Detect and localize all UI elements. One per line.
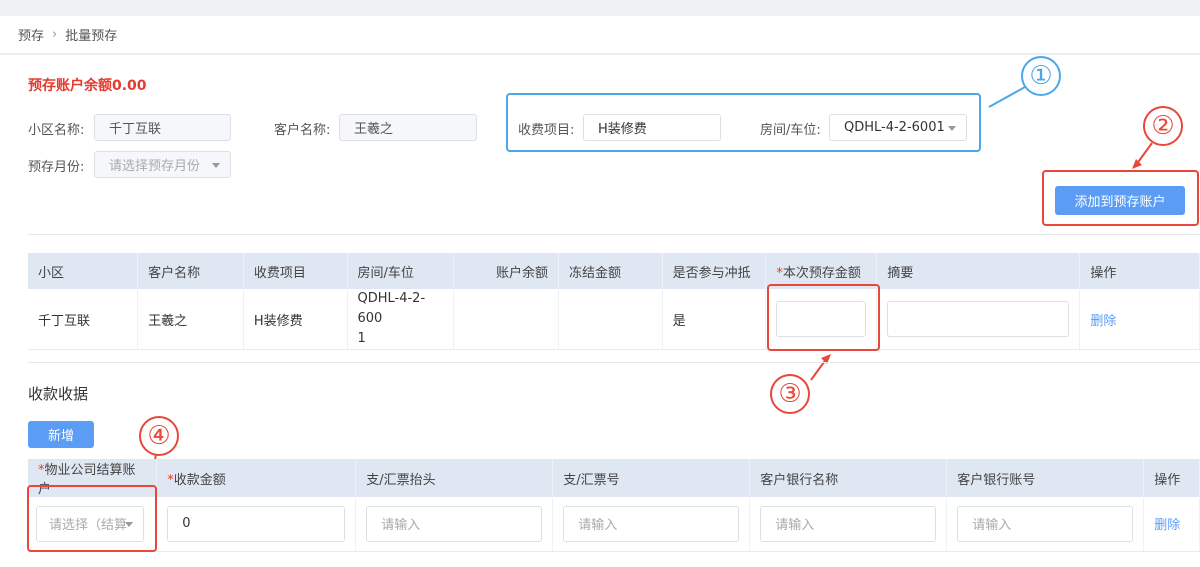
check-number-input[interactable]: 请输入 [563, 505, 740, 542]
divider [28, 362, 1200, 363]
main-panel: 预存账户余额0.00 小区名称: 千丁互联 客户名称: 王羲之 收费项目: H装… [0, 55, 1200, 567]
annotation-arrow-1 [988, 86, 1026, 108]
chevron-down-icon [212, 162, 220, 168]
col-customer: 客户名称 [137, 253, 244, 289]
fee-item-field[interactable]: H装修费 [583, 114, 721, 141]
col-bank-name: 客户银行名称 [749, 459, 948, 497]
cell-bank-name: 请输入 [749, 497, 948, 552]
col-frozen: 冻结金额 [558, 253, 663, 289]
col-balance: 账户余额 [453, 253, 559, 289]
cell-action: 删除 [1079, 289, 1200, 350]
bank-account-input[interactable]: 请输入 [957, 505, 1134, 542]
cell-check-number: 请输入 [552, 497, 751, 552]
annotation-arrow-2 [1132, 142, 1153, 169]
table-row: 千丁互联 王羲之 H装修费 QDHL-4-2-600 1 是 删除 [28, 289, 1200, 350]
col-check-title: 支/汇票抬头 [355, 459, 554, 497]
customer-label: 客户名称: [274, 123, 331, 138]
table-header-row: *物业公司结算账户 *收款金额 支/汇票抬头 支/汇票号 客户银行名称 客户银行… [28, 459, 1200, 497]
bank-name-input[interactable]: 请输入 [760, 505, 937, 542]
col-summary: 摘要 [876, 253, 1081, 289]
annotation-marker-2: ② [1143, 106, 1183, 146]
col-check-number: 支/汇票号 [552, 459, 751, 497]
cell-balance [453, 289, 559, 350]
col-receipt-amount: *收款金额 [156, 459, 357, 497]
col-receipt-action: 操作 [1143, 459, 1200, 497]
fee-item-label: 收费项目: [518, 123, 575, 138]
add-to-prepaid-account-button[interactable]: 添加到预存账户 [1055, 186, 1185, 215]
check-title-input[interactable]: 请输入 [366, 505, 543, 542]
prepaid-table: 小区 客户名称 收费项目 房间/车位 账户余额 冻结金额 是否参与冲抵 *本次预… [28, 253, 1200, 350]
annotation-box-3 [767, 284, 880, 351]
receipt-amount-input[interactable]: 0 [167, 505, 346, 542]
col-fee-item: 收费项目 [243, 253, 348, 289]
receipt-section-title: 收款收据 [28, 385, 89, 403]
col-offset: 是否参与冲抵 [662, 253, 767, 289]
cell-fee-item: H装修费 [243, 289, 348, 350]
room-label: 房间/车位: [760, 123, 821, 138]
annotation-marker-4: ④ [139, 416, 179, 456]
col-action: 操作 [1079, 253, 1200, 289]
col-bank-account: 客户银行账号 [946, 459, 1145, 497]
add-receipt-button[interactable]: 新增 [28, 421, 94, 448]
community-label: 小区名称: [28, 123, 85, 138]
summary-input[interactable] [887, 301, 1070, 337]
community-field: 千丁互联 [94, 114, 231, 141]
annotation-box-4 [27, 485, 157, 552]
cell-receipt-amount: 0 [156, 497, 357, 552]
col-amount-label: 本次预存金额 [782, 265, 861, 281]
prepaid-balance: 预存账户余额0.00 [28, 78, 147, 94]
delete-link[interactable]: 删除 [1090, 314, 1116, 329]
cell-room: QDHL-4-2-600 1 [347, 289, 455, 350]
cell-receipt-action: 删除 [1143, 497, 1200, 552]
month-label: 预存月份: [28, 160, 85, 175]
cell-customer: 王羲之 [137, 289, 244, 350]
top-bar [0, 0, 1200, 16]
chevron-down-icon [948, 125, 956, 131]
customer-field: 王羲之 [339, 114, 477, 141]
room-select[interactable]: QDHL-4-2-6001 [829, 114, 967, 141]
cell-room-line1: QDHL-4-2-600 [357, 291, 426, 326]
col-room: 房间/车位 [347, 253, 455, 289]
receipt-table: *物业公司结算账户 *收款金额 支/汇票抬头 支/汇票号 客户银行名称 客户银行… [28, 459, 1200, 552]
cell-room-line2: 1 [357, 331, 366, 346]
cell-bank-account: 请输入 [946, 497, 1145, 552]
cell-community: 千丁互联 [28, 289, 139, 350]
cell-summary [876, 289, 1081, 350]
col-receipt-amount-label: 收款金额 [173, 472, 226, 488]
breadcrumb-current: 批量预存 [65, 29, 118, 44]
col-community: 小区 [28, 253, 139, 289]
cell-offset: 是 [662, 289, 767, 350]
room-select-value: QDHL-4-2-6001 [844, 120, 945, 135]
annotation-marker-3: ③ [770, 374, 810, 414]
divider [28, 234, 1200, 235]
cell-frozen [558, 289, 663, 350]
annotation-arrow-3 [810, 354, 831, 381]
cell-check-title: 请输入 [355, 497, 554, 552]
delete-receipt-link[interactable]: 删除 [1154, 518, 1180, 533]
month-select-placeholder: 请选择预存月份 [109, 159, 201, 174]
table-row: 请选择（结算 0 请输入 请输入 请输入 请输入 删除 [28, 497, 1200, 552]
table-header-row: 小区 客户名称 收费项目 房间/车位 账户余额 冻结金额 是否参与冲抵 *本次预… [28, 253, 1200, 289]
breadcrumb-parent[interactable]: 预存 [18, 25, 44, 44]
month-select[interactable]: 请选择预存月份 [94, 151, 231, 178]
chevron-right-icon: › [52, 27, 58, 42]
breadcrumb: 预存 › 批量预存 [0, 16, 1200, 54]
